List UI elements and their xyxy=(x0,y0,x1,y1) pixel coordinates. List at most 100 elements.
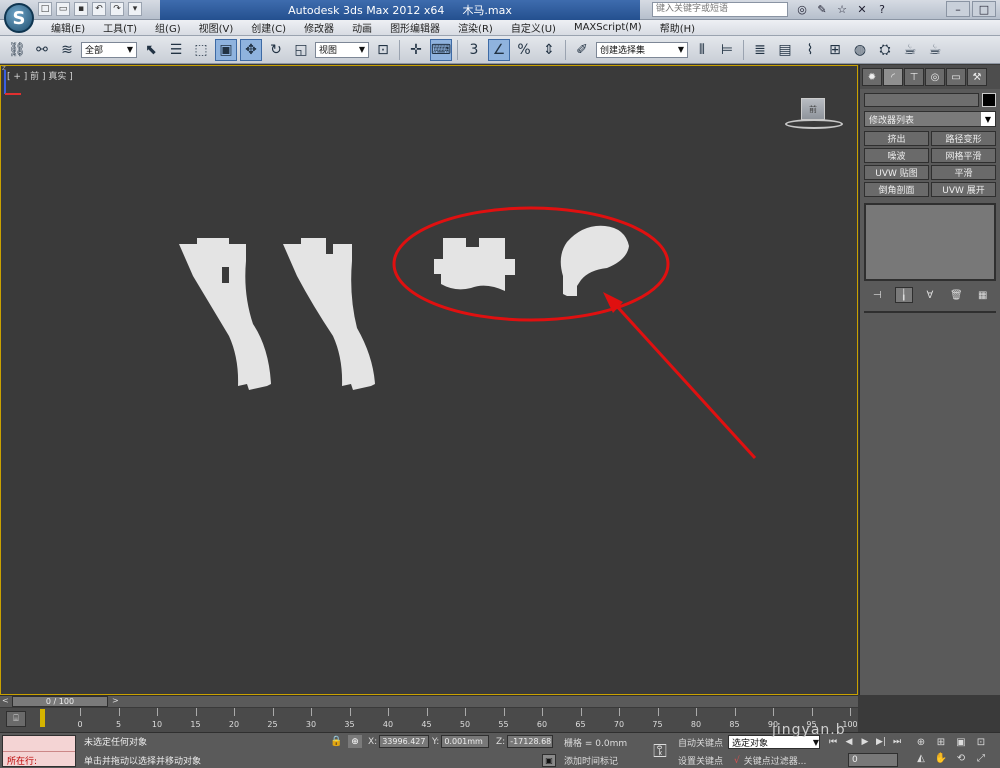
help-search-input[interactable]: 键入关键字或短语 xyxy=(652,2,788,17)
snap-toggle-icon[interactable]: 3 xyxy=(463,39,485,61)
layer-manager-icon[interactable]: ≣ xyxy=(749,39,771,61)
modify-tab-icon[interactable]: ◜ xyxy=(883,68,903,86)
save-icon[interactable]: ▪ xyxy=(74,2,88,16)
current-frame-marker[interactable] xyxy=(40,709,45,727)
select-move-icon[interactable]: ✥ xyxy=(240,38,262,61)
edit-named-selection-icon[interactable]: ✐ xyxy=(571,39,593,61)
select-object-icon[interactable]: ⬉ xyxy=(140,39,162,61)
binoculars-icon[interactable]: ◎ xyxy=(794,2,810,17)
menu-tools[interactable]: 工具(T) xyxy=(94,20,146,35)
leg-shape-1[interactable] xyxy=(179,238,271,390)
time-slider-prev-arrow[interactable]: < xyxy=(2,696,12,707)
head-shape[interactable] xyxy=(560,225,629,296)
set-key-icon[interactable]: ⚿ xyxy=(648,737,672,765)
new-icon[interactable]: □ xyxy=(38,2,52,16)
leg-shape-2[interactable] xyxy=(283,238,375,390)
minimize-icon[interactable]: – xyxy=(946,1,970,17)
pan-icon[interactable]: ✋ xyxy=(932,751,950,765)
percent-snap-icon[interactable]: % xyxy=(513,39,535,61)
menu-modifiers[interactable]: 修改器 xyxy=(295,20,343,35)
named-selection-dropdown[interactable]: 创建选择集 ▼ xyxy=(596,41,688,58)
menu-graph-editors[interactable]: 图形编辑器 xyxy=(381,20,449,35)
curve-editor-icon[interactable]: ⌇ xyxy=(799,39,821,61)
keyboard-shortcut-icon[interactable]: ⌨ xyxy=(430,38,452,61)
menu-rendering[interactable]: 渲染(R) xyxy=(449,20,502,35)
hierarchy-tab-icon[interactable]: ⊤ xyxy=(904,68,924,86)
dropdown-icon[interactable]: ▾ xyxy=(128,2,142,16)
modifier-unwrap-uvw-button[interactable]: UVW 展开 xyxy=(931,182,996,197)
close-x-icon[interactable]: ✕ xyxy=(854,2,870,17)
spinner-snap-icon[interactable]: ⇕ xyxy=(538,39,560,61)
modifier-meshsmooth-button[interactable]: 网格平滑 xyxy=(931,148,996,163)
zoom-extents-icon[interactable]: ▣ xyxy=(952,735,970,749)
help-icon[interactable]: ? xyxy=(874,2,890,17)
orbit-icon[interactable]: ⟲ xyxy=(952,751,970,765)
z-value[interactable]: -17128.68 xyxy=(507,735,554,748)
menu-group[interactable]: 组(G) xyxy=(146,20,190,35)
next-frame-icon[interactable]: ▶| xyxy=(874,735,888,749)
zoom-icon[interactable]: ⊕ xyxy=(912,735,930,749)
menu-views[interactable]: 视图(V) xyxy=(190,20,243,35)
schematic-view-icon[interactable]: ⊞ xyxy=(824,39,846,61)
display-tab-icon[interactable]: ▭ xyxy=(946,68,966,86)
zoom-extents-all-icon[interactable]: ⊡ xyxy=(972,735,990,749)
maximize-icon[interactable]: □ xyxy=(972,1,996,17)
redo-icon[interactable]: ↷ xyxy=(110,2,124,16)
pivot-center-icon[interactable]: ⊡ xyxy=(372,39,394,61)
utilities-tab-icon[interactable]: ⚒ xyxy=(967,68,987,86)
menu-create[interactable]: 创建(C) xyxy=(242,20,295,35)
motion-tab-icon[interactable]: ◎ xyxy=(925,68,945,86)
render-frame-icon[interactable]: ☕ xyxy=(899,39,921,61)
bind-spacewarp-icon[interactable]: ≋ xyxy=(56,39,78,61)
star-icon[interactable]: ☆ xyxy=(834,2,850,17)
modifier-noise-button[interactable]: 噪波 xyxy=(864,148,929,163)
object-name-input[interactable] xyxy=(864,93,979,107)
absolute-mode-icon[interactable]: ⊕ xyxy=(348,735,362,748)
track-bar[interactable]: ⌸ 0 5 10 15 20 25 30 35 40 45 50 55 60 65 70 75 80 85 90 95… xyxy=(0,708,858,732)
play-icon[interactable]: ▶ xyxy=(858,735,872,749)
mini-curve-editor-icon[interactable]: ⌸ xyxy=(6,711,26,727)
select-rotate-icon[interactable]: ↻ xyxy=(265,39,287,61)
bridge-shape[interactable] xyxy=(434,238,515,291)
render-setup-icon[interactable]: ⛭ xyxy=(874,39,896,61)
make-unique-icon[interactable]: ∀ xyxy=(921,287,939,303)
maximize-viewport-icon[interactable]: ⤢ xyxy=(972,751,990,765)
align-icon[interactable]: ⊨ xyxy=(716,39,738,61)
menu-help[interactable]: 帮助(H) xyxy=(651,20,704,35)
front-viewport[interactable]: [ + ] 前 ] 真实 ] 前 z xyxy=(0,65,858,695)
rect-selection-icon[interactable]: ⬚ xyxy=(190,39,212,61)
y-value[interactable]: 0.001mm xyxy=(441,735,490,748)
auto-key-button[interactable]: 自动关键点 xyxy=(678,736,723,749)
field-of-view-icon[interactable]: ◭ xyxy=(912,751,930,765)
menu-edit[interactable]: 编辑(E) xyxy=(42,20,94,35)
manipulate-icon[interactable]: ✛ xyxy=(405,39,427,61)
mirror-icon[interactable]: ⫴ xyxy=(691,39,713,61)
link-icon[interactable]: ⛓ xyxy=(6,39,28,61)
angle-snap-icon[interactable]: ∠ xyxy=(488,38,510,61)
unlink-icon[interactable]: ⚯ xyxy=(31,39,53,61)
create-tab-icon[interactable]: ✹ xyxy=(862,68,882,86)
modifier-uvw-map-button[interactable]: UVW 贴图 xyxy=(864,165,929,180)
key-filters-button[interactable]: 关键点过滤器... xyxy=(744,754,807,767)
select-scale-icon[interactable]: ◱ xyxy=(290,39,312,61)
object-color-swatch[interactable] xyxy=(982,93,996,107)
open-icon[interactable]: ▭ xyxy=(56,2,70,16)
add-time-tag[interactable]: 添加时间标记 xyxy=(564,754,618,767)
undo-icon[interactable]: ↶ xyxy=(92,2,106,16)
menu-animation[interactable]: 动画 xyxy=(343,20,381,35)
zoom-all-icon[interactable]: ⊞ xyxy=(932,735,950,749)
pin-stack-icon[interactable]: ⊣ xyxy=(868,287,886,303)
current-frame-field[interactable]: 0 xyxy=(848,753,898,767)
modifier-smooth-button[interactable]: 平滑 xyxy=(931,165,996,180)
modifier-extrude-button[interactable]: 挤出 xyxy=(864,131,929,146)
maxscript-input[interactable] xyxy=(3,736,75,752)
modifier-stack[interactable] xyxy=(864,203,996,281)
maxscript-listener[interactable]: 所在行: xyxy=(2,735,76,767)
time-slider[interactable]: < 0 / 100 > xyxy=(0,695,858,707)
x-value[interactable]: 33996.427 xyxy=(379,735,430,748)
reference-coord-dropdown[interactable]: 视图 ▼ xyxy=(315,41,369,58)
selection-lock-icon[interactable]: 🔒 xyxy=(330,736,342,747)
time-slider-thumb[interactable]: 0 / 100 xyxy=(12,696,108,707)
show-end-result-icon[interactable]: ╽ xyxy=(894,287,913,303)
wrench-icon[interactable]: ✎ xyxy=(814,2,830,17)
